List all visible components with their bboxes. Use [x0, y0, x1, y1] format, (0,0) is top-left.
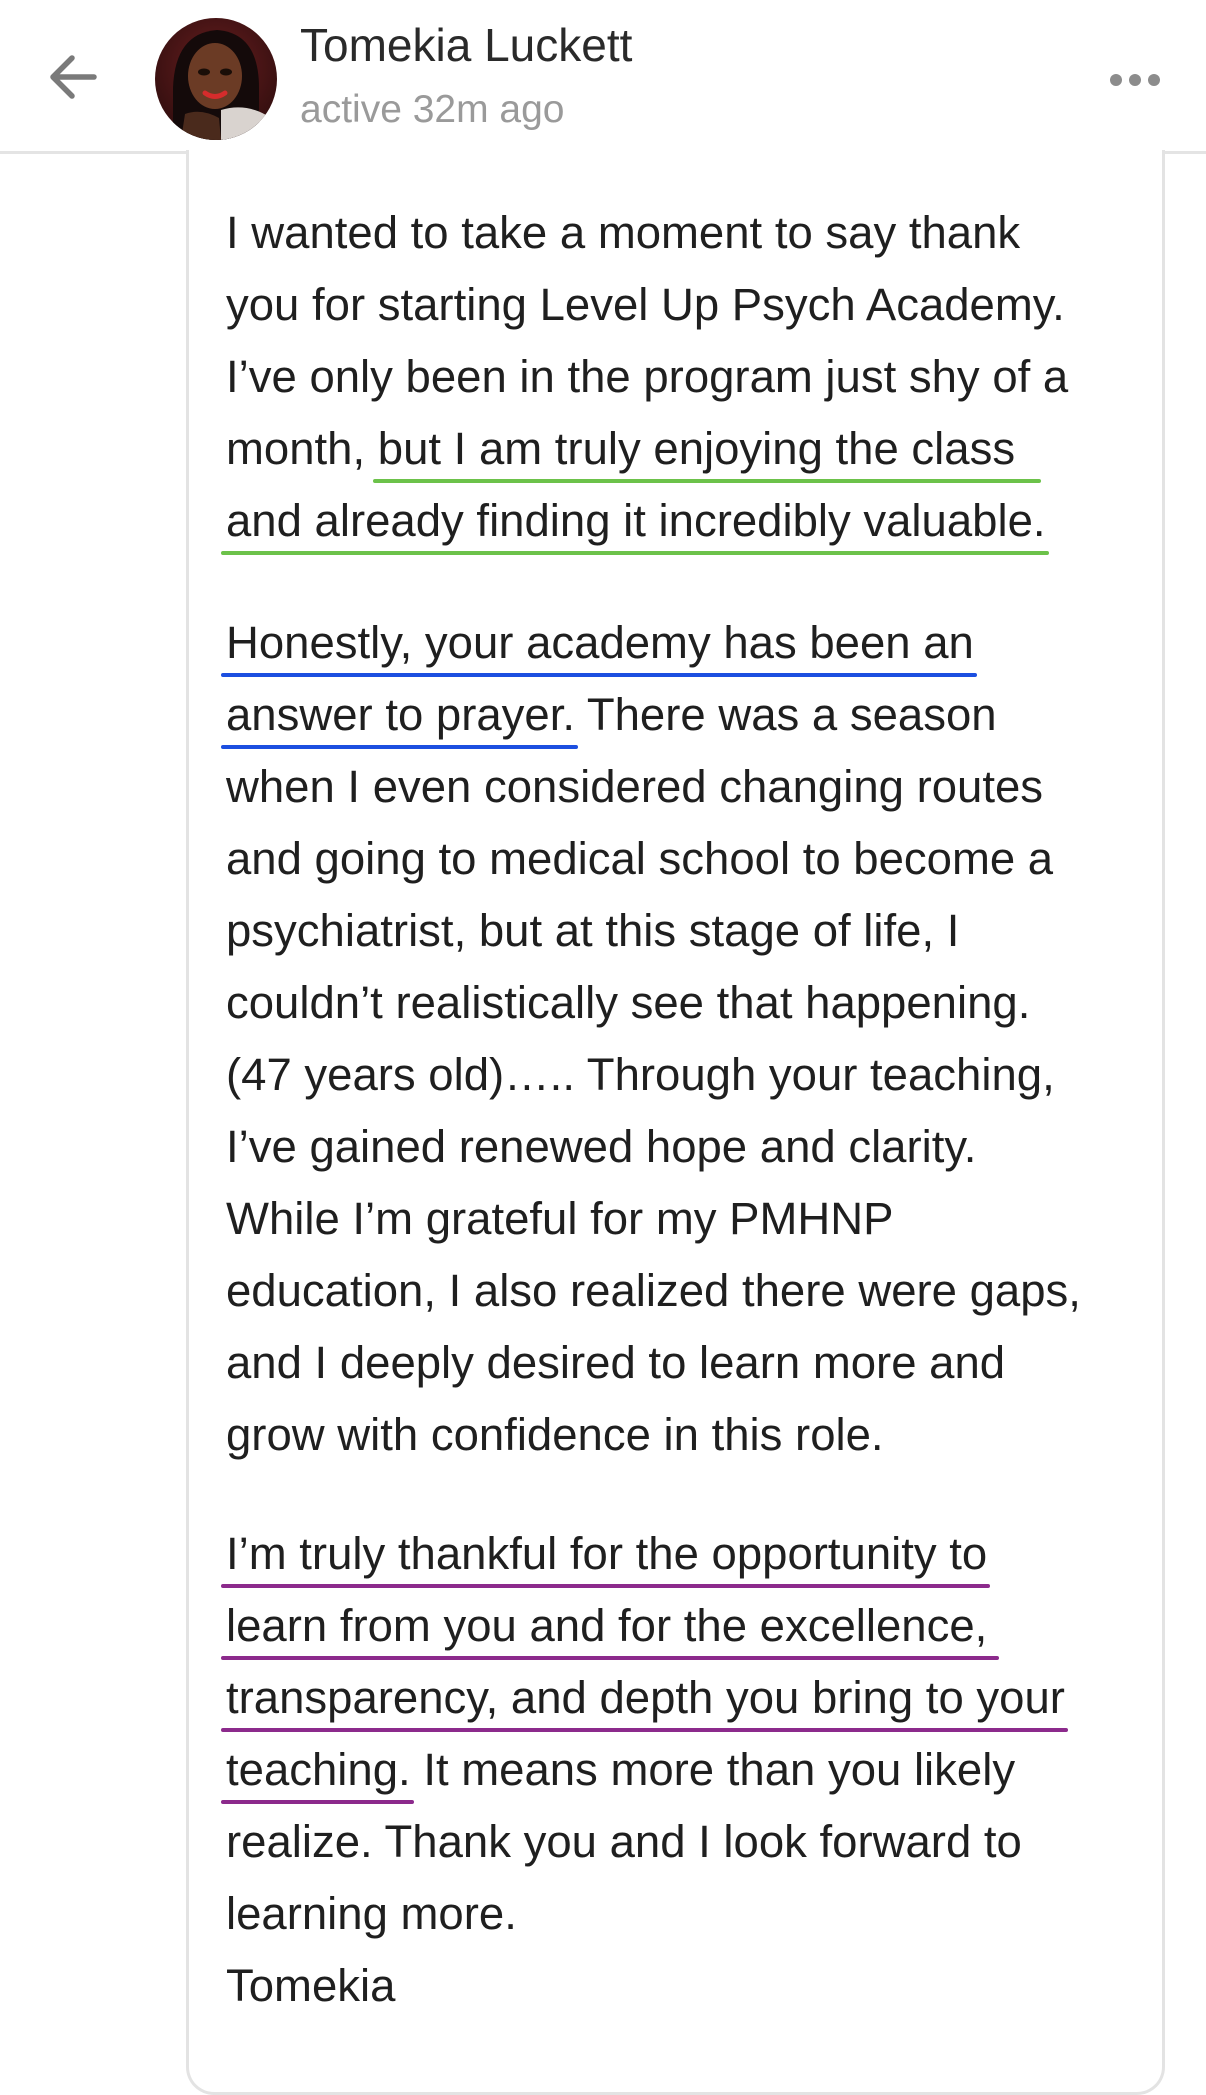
- message-line: While I’m grateful for my PMHNP: [226, 1193, 894, 1244]
- purple-underlined-text: teaching.: [226, 1744, 411, 1795]
- message-text: There was a season: [575, 689, 997, 740]
- message-line: couldn’t realistically see that happenin…: [226, 977, 1031, 1028]
- green-underlined-text: but I am truly enjoying the class: [377, 423, 1016, 474]
- message-line: you for starting Level Up Psych Academy.: [226, 279, 1065, 330]
- message-line: I’ve only been in the program just shy o…: [226, 351, 1069, 402]
- message-signature: Tomekia: [226, 1960, 396, 2011]
- message-line: answer to prayer. There was a season: [226, 679, 1156, 751]
- purple-underlined-text: transparency, and depth you bring to you…: [226, 1672, 1065, 1723]
- more-horizontal-icon: [1110, 74, 1160, 86]
- message-line: and going to medical school to become a: [226, 833, 1054, 884]
- message-text: It means more than you likely: [410, 1744, 1016, 1795]
- message-line: I wanted to take a moment to say thank: [226, 207, 1021, 258]
- message-line: education, I also realized there were ga…: [226, 1265, 1081, 1316]
- message-line: realize. Thank you and I look forward to: [226, 1816, 1022, 1867]
- message-line: month, but I am truly enjoying the class: [226, 413, 1156, 485]
- message-line: when I even considered changing routes: [226, 761, 1044, 812]
- avatar[interactable]: [155, 18, 277, 140]
- message-line: I’m truly thankful for the opportunity t…: [226, 1518, 1156, 1590]
- message-text: month,: [226, 423, 366, 474]
- message-line: learning more.: [226, 1888, 517, 1939]
- user-name[interactable]: Tomekia Luckett: [300, 18, 632, 72]
- green-underlined-text: and already finding it incredibly valuab…: [226, 495, 1046, 546]
- more-options-button[interactable]: [1100, 60, 1170, 100]
- message-line: and I deeply desired to learn more and: [226, 1337, 1006, 1388]
- back-button[interactable]: [38, 42, 108, 112]
- message-line: grow with confidence in this role.: [226, 1409, 884, 1460]
- message-line: psychiatrist, but at this stage of life,…: [226, 905, 960, 956]
- blue-underlined-text: answer to prayer.: [226, 689, 576, 740]
- arrow-left-icon: [50, 55, 97, 99]
- message-line: learn from you and for the excellence,: [226, 1590, 1156, 1662]
- message-paragraph-1: I wanted to take a moment to say thank y…: [226, 197, 1156, 557]
- message-line: (47 years old)….. Through your teaching,: [226, 1049, 1055, 1100]
- purple-underlined-text: I’m truly thankful for the opportunity t…: [226, 1528, 988, 1579]
- message-paragraph-2: Honestly, your academy has been an answe…: [226, 607, 1156, 1471]
- user-photo: [155, 18, 277, 140]
- active-status: active 32m ago: [300, 88, 565, 131]
- message-paragraph-3: I’m truly thankful for the opportunity t…: [226, 1518, 1156, 2022]
- purple-underlined-text: learn from you and for the excellence,: [226, 1600, 988, 1651]
- message-line: I’ve gained renewed hope and clarity.: [226, 1121, 977, 1172]
- blue-underlined-text: Honestly, your academy has been an: [226, 617, 974, 668]
- message-line: transparency, and depth you bring to you…: [226, 1662, 1156, 1734]
- chat-header: Tomekia Luckett active 32m ago: [0, 0, 1206, 154]
- message-line: Honestly, your academy has been an: [226, 607, 1156, 679]
- message-line: teaching. It means more than you likely: [226, 1734, 1156, 1806]
- message-line: and already finding it incredibly valuab…: [226, 485, 1156, 557]
